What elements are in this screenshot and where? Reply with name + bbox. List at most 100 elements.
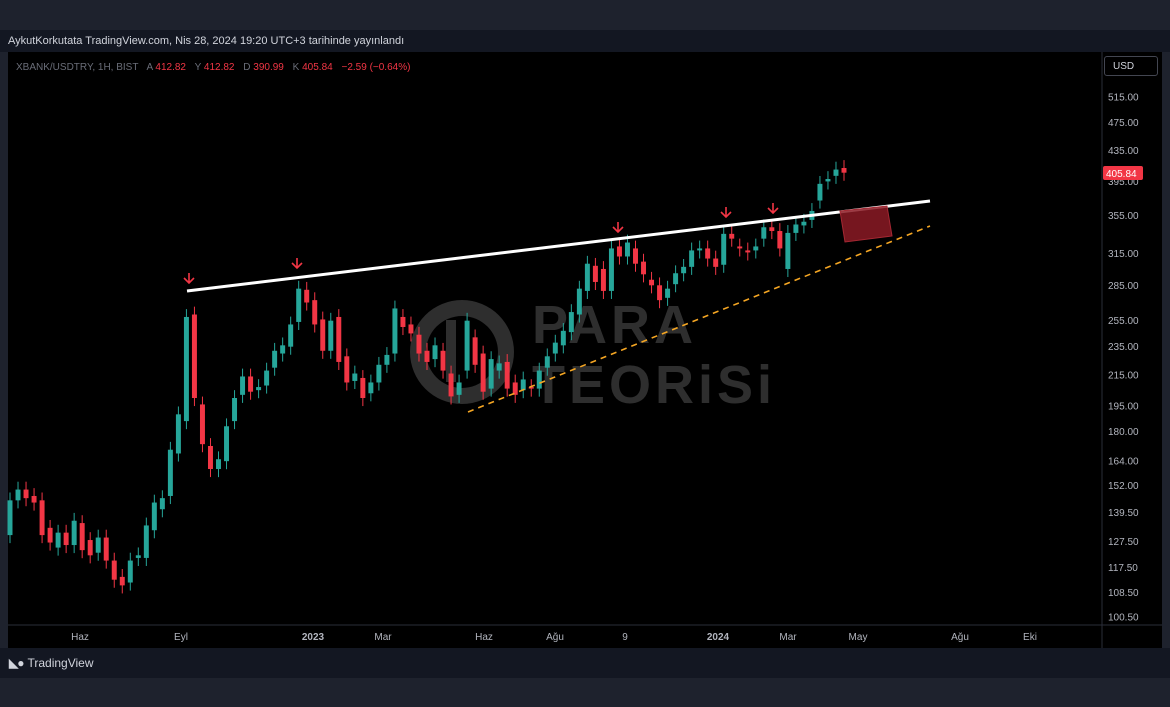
candle-up <box>384 354 390 365</box>
candle-down <box>737 246 743 249</box>
candle-down <box>641 261 647 275</box>
price-tick-label: 355.00 <box>1108 211 1139 222</box>
candle-down <box>31 495 37 503</box>
currency-button[interactable]: USD <box>1104 56 1158 76</box>
candle-down <box>480 353 486 392</box>
price-tick-label: 215.00 <box>1108 370 1139 381</box>
candle-up <box>624 242 630 257</box>
candle-up <box>833 169 839 176</box>
price-tick-label: 515.00 <box>1108 93 1139 104</box>
candle-up <box>15 489 21 501</box>
candle-down <box>416 334 422 354</box>
legend-close: 405.84 <box>302 62 333 73</box>
candle-down <box>304 289 310 303</box>
price-tick-label: 139.50 <box>1108 508 1139 519</box>
candle-down <box>769 227 775 232</box>
candle-down <box>79 523 85 551</box>
candle-up <box>256 387 262 391</box>
last-price-label: 405.84 <box>1106 169 1137 180</box>
candle-down <box>360 377 366 399</box>
candle-up <box>175 414 181 454</box>
candle-up <box>681 266 687 274</box>
candle-down <box>207 446 213 470</box>
candle-up <box>392 308 398 354</box>
price-tick-label: 100.50 <box>1108 613 1139 624</box>
resistance-touch-arrows <box>183 203 779 285</box>
price-tick-label: 152.00 <box>1108 481 1139 492</box>
candle-up <box>296 288 302 322</box>
time-axis[interactable]: Haz Eyl 2023 Mar Haz Ağu 9 2024 Mar May Ağu Eki <box>71 632 1037 643</box>
candle-up <box>280 345 286 354</box>
candle-down <box>424 350 430 362</box>
candle-down <box>119 576 125 586</box>
candle-up <box>135 555 141 558</box>
time-tick-label: Mar <box>779 632 797 643</box>
candle-up <box>352 373 358 381</box>
candle-up <box>55 532 61 548</box>
candle-down <box>841 168 847 173</box>
candle-up <box>71 520 77 546</box>
candle-up <box>689 250 695 267</box>
candle-up <box>793 224 799 233</box>
arrow-down-icon <box>183 273 195 285</box>
legend-low: 390.99 <box>253 62 284 73</box>
price-chart[interactable]: PARA TEORiSi 515.00475.00435.00395.00355… <box>0 0 1170 707</box>
candle-down <box>191 314 197 399</box>
candle-up <box>608 248 614 291</box>
time-tick-label: Eki <box>1023 632 1037 643</box>
time-tick-label: 2024 <box>707 632 730 643</box>
candle-up <box>544 356 550 368</box>
candle-down <box>39 500 45 536</box>
candle-up <box>127 560 133 583</box>
candle-up <box>761 227 767 239</box>
arrow-down-icon <box>767 203 779 215</box>
candle-up <box>520 379 526 391</box>
tradingview-logo[interactable]: ◣● TradingView <box>9 656 94 670</box>
candle-up <box>496 363 502 371</box>
time-tick-label: Ağu <box>546 632 564 643</box>
candle-down <box>103 537 109 561</box>
candle-down <box>657 285 663 301</box>
candle-up <box>183 316 189 422</box>
candle-down <box>649 279 655 286</box>
legend-high-label: Y <box>195 62 202 73</box>
legend-open-label: A <box>147 62 154 73</box>
candle-up <box>825 179 831 182</box>
legend-open: 412.82 <box>155 62 186 73</box>
candle-down <box>472 337 478 365</box>
legend-change: −2.59 (−0.64%) <box>341 62 410 73</box>
candle-down <box>729 233 735 239</box>
price-tick-label: 255.00 <box>1108 316 1139 327</box>
candle-up <box>272 350 278 368</box>
candle-up <box>143 525 149 558</box>
candle-up <box>167 449 173 496</box>
price-tick-label: 108.50 <box>1108 588 1139 599</box>
legend-high: 412.82 <box>204 62 235 73</box>
symbol-legend[interactable]: XBANK/USDTRY, 1H, BIST A 412.82 Y 412.82… <box>16 62 410 73</box>
candle-up <box>584 263 590 291</box>
candle-up <box>552 342 558 354</box>
candle-up <box>7 500 13 536</box>
price-tick-label: 127.50 <box>1108 537 1139 548</box>
legend-close-label: K <box>293 62 300 73</box>
candle-up <box>568 312 574 333</box>
target-box[interactable] <box>839 205 893 243</box>
arrow-down-icon <box>720 207 732 219</box>
time-tick-label: 9 <box>622 632 628 643</box>
candle-down <box>616 246 622 257</box>
candle-up <box>95 537 101 553</box>
candle-down <box>600 268 606 291</box>
watermark-line2: TEORiSi <box>532 355 776 415</box>
arrow-down-icon <box>612 222 624 234</box>
resistance-trendline[interactable] <box>186 199 931 293</box>
candle-up <box>264 370 270 386</box>
candle-up <box>328 320 334 351</box>
legend-symbol: XBANK/USDTRY, 1H, BIST <box>16 62 138 73</box>
candle-up <box>576 288 582 315</box>
candle-down <box>320 319 326 351</box>
candle-down <box>504 361 510 389</box>
candle-down <box>705 248 711 259</box>
candle-up <box>216 459 221 470</box>
arrow-down-icon <box>291 258 303 270</box>
time-tick-label: 2023 <box>302 632 325 643</box>
